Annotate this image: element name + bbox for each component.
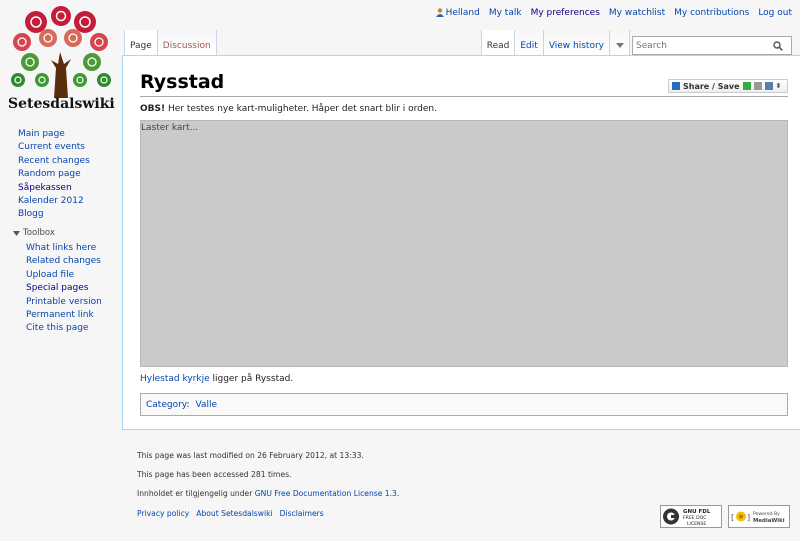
search-box [632, 36, 792, 55]
share-label: Share / Save [683, 81, 740, 91]
privacy-policy-link[interactable]: Privacy policy [137, 509, 189, 518]
obs-notice: OBS! Her testes nye kart-muligheter. Håp… [140, 104, 437, 114]
tree-logo-icon [11, 6, 111, 98]
svg-text:]: ] [747, 513, 750, 522]
user-name-link[interactable]: Helland [446, 8, 480, 18]
sidebar-item-blogg[interactable]: Blogg [18, 209, 44, 219]
title-divider [140, 96, 788, 97]
toolbox-item-printable-version[interactable]: Printable version [26, 297, 102, 307]
toolbox-heading[interactable]: Toolbox [13, 228, 55, 238]
category-valle-link[interactable]: Valle [196, 400, 218, 410]
mw-line-1: Powered By [753, 511, 780, 517]
toolbox-item-special-pages[interactable]: Special pages [26, 283, 88, 293]
gfdl-line-2: FREE DOC [683, 515, 706, 521]
hylestad-link[interactable]: Hylestad [140, 374, 180, 384]
disclaimers-link[interactable]: Disclaimers [280, 509, 324, 518]
svg-text:[: [ [731, 513, 734, 522]
my-contributions-link[interactable]: My contributions [674, 8, 749, 18]
search-input[interactable] [633, 40, 769, 51]
map-loading-text: Laster kart... [141, 123, 199, 133]
category-box: Category: Valle [140, 393, 788, 416]
user-link[interactable]: Helland [435, 8, 480, 18]
delicious-icon [764, 82, 773, 90]
tab-discussion[interactable]: Discussion [157, 30, 217, 56]
sidebar-item-current-events[interactable]: Current events [18, 142, 85, 152]
sidebar-item-sapekassen[interactable]: Såpekassen [18, 183, 72, 193]
search-icon [773, 40, 783, 51]
log-out-link[interactable]: Log out [758, 8, 792, 18]
share-icon [672, 82, 680, 90]
user-icon [435, 8, 444, 17]
license-prefix: Innholdet er tilgjengelig under [137, 489, 255, 498]
toolbox-item-upload-file[interactable]: Upload file [26, 270, 74, 280]
toolbox-item-what-links-here[interactable]: What links here [26, 243, 96, 253]
sidebar-item-recent-changes[interactable]: Recent changes [18, 156, 90, 166]
obs-text: Her testes nye kart-muligheter. Håper de… [165, 104, 437, 114]
toolbox-item-related-changes[interactable]: Related changes [26, 256, 101, 266]
personal-tools: Helland My talk My preferences My watchl… [435, 8, 792, 18]
tab-view-history[interactable]: View history [543, 30, 610, 56]
mediawiki-logo-icon: [ ] Powered By MediaWiki [731, 511, 785, 524]
actions-menu[interactable] [610, 30, 630, 56]
email-icon [742, 82, 751, 90]
footer-license: Innholdet er tilgjengelig under GNU Free… [137, 489, 399, 498]
sidebar-navigation: Main page Current events Recent changes … [18, 128, 90, 222]
share-save-button[interactable]: Share / Save ⬍ [668, 79, 788, 93]
sidebar-item-main-page[interactable]: Main page [18, 129, 65, 139]
mediawiki-badge[interactable]: [ ] Powered By MediaWiki [728, 505, 790, 528]
gfdl-logo-icon: GNU FDL FREE DOC LICENSE [661, 506, 721, 527]
my-preferences-link[interactable]: My preferences [531, 8, 600, 18]
tab-page[interactable]: Page [124, 30, 158, 56]
gfdl-line-1: GNU FDL [683, 509, 711, 515]
about-link[interactable]: About Setesdalswiki [196, 509, 272, 518]
page-title: Rysstad [140, 71, 225, 93]
license-link[interactable]: GNU Free Documentation License 1.3 [255, 489, 397, 498]
share-more-icon: ⬍ [775, 82, 782, 90]
church-sentence: Hylestad kyrkje ligger på Rysstad. [140, 374, 293, 384]
search-button[interactable] [769, 37, 787, 54]
sidebar-item-random-page[interactable]: Random page [18, 169, 81, 179]
map-placeholder[interactable]: Laster kart... [140, 120, 788, 367]
toolbox-item-cite-this-page[interactable]: Cite this page [26, 323, 88, 333]
church-text: ligger på Rysstad. [209, 374, 294, 384]
view-tabs: Read Edit View history [480, 30, 630, 56]
kyrkje-link[interactable]: kyrkje [182, 374, 209, 384]
tab-read[interactable]: Read [480, 30, 516, 56]
site-name: Setesdalswiki [8, 96, 115, 112]
obs-bold: OBS! [140, 104, 166, 114]
my-watchlist-link[interactable]: My watchlist [609, 8, 665, 18]
toolbox-item-permanent-link[interactable]: Permanent link [26, 310, 94, 320]
toolbox-list: What links here Related changes Upload f… [26, 242, 102, 336]
content-area: Rysstad Share / Save ⬍ OBS! Her testes n… [122, 55, 800, 430]
toolbox-label: Toolbox [23, 228, 55, 238]
sidebar-item-kalender-2012[interactable]: Kalender 2012 [18, 196, 84, 206]
category-label-link[interactable]: Category [146, 400, 186, 410]
chevron-down-icon [615, 43, 624, 48]
footer-last-modified: This page was last modified on 26 Februa… [137, 451, 364, 460]
tab-edit[interactable]: Edit [515, 30, 544, 56]
gfdl-badge[interactable]: GNU FDL FREE DOC LICENSE [660, 505, 722, 528]
namespace-tabs: Page Discussion [124, 30, 217, 56]
my-talk-link[interactable]: My talk [489, 8, 522, 18]
footer-links: Privacy policy About Setesdalswiki Discl… [137, 509, 324, 518]
license-suffix: . [396, 489, 400, 498]
mw-line-2: MediaWiki [753, 518, 785, 524]
print-icon [753, 82, 762, 90]
triangle-down-icon [13, 230, 20, 236]
gfdl-line-3: LICENSE [687, 521, 706, 527]
footer-accessed: This page has been accessed 281 times. [137, 470, 292, 479]
